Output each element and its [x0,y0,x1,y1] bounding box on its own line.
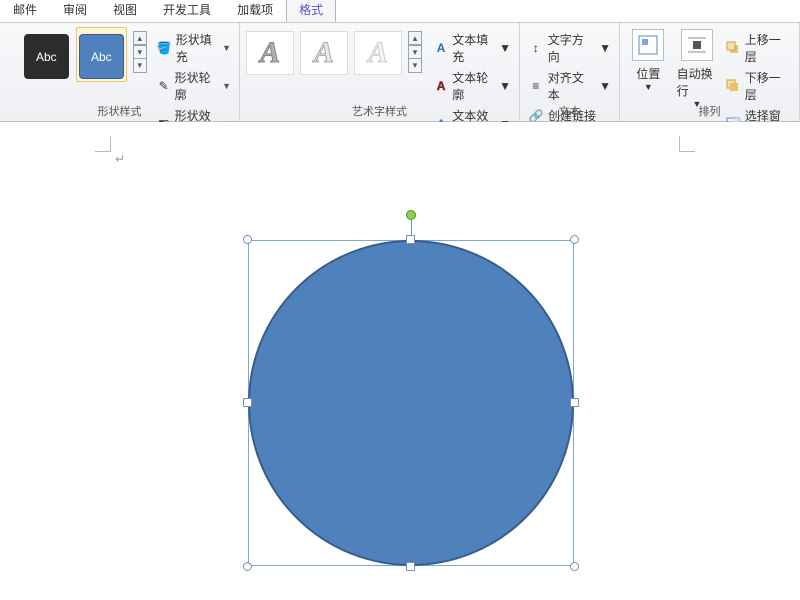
resize-handle-b[interactable] [406,562,415,571]
group-wordart-styles: A A A ▴ ▾ ▾ A 文本填充 ▼ A 文本轮廓 ▼ [240,23,520,121]
ribbon: Abc Abc ▴ ▾ ▾ 🪣 形状填充 ▼ ✎ 形状轮廓 ▼ [0,22,800,122]
position-icon [632,29,664,61]
chevron-down-icon: ▼ [599,41,611,55]
resize-handle-l[interactable] [243,398,252,407]
text-fill-icon: A [434,40,448,56]
text-direction-label: 文字方向 [548,31,595,65]
paragraph-mark-icon: ↵ [115,152,125,166]
group-label-shape-styles: 形状样式 [0,103,239,119]
page-margin-marks: ↵ [95,136,695,156]
text-fill-button[interactable]: A 文本填充 ▼ [432,29,513,67]
group-label-text: 文本 [520,103,619,119]
chevron-down-icon: ▼ [499,79,511,93]
align-text-button[interactable]: ≡ 对齐文本 ▼ [526,67,613,105]
resize-handle-t[interactable] [406,235,415,244]
margin-corner-icon [679,136,695,152]
wordart-preset-2[interactable]: A [300,31,348,75]
chevron-down-icon: ▼ [644,82,653,92]
tab-format[interactable]: 格式 [286,0,336,22]
paint-bucket-icon: 🪣 [157,40,172,56]
shape-style-gallery-scroll: ▴ ▾ ▾ [133,31,147,73]
resize-handle-br[interactable] [570,562,579,571]
wordart-preset-1[interactable]: A [246,31,294,75]
chevron-down-icon: ▼ [222,43,231,53]
wrap-text-icon [681,29,713,61]
shape-style-preset-blue[interactable]: Abc [76,27,127,82]
gallery-up-button[interactable]: ▴ [133,31,147,45]
resize-handle-tr[interactable] [570,235,579,244]
rotation-handle[interactable] [406,210,416,220]
position-label: 位置 [636,65,660,82]
text-outline-button[interactable]: A 文本轮廓 ▼ [432,67,513,105]
group-arrange: 位置 ▼ 自动换行 ▼ 上移一层 [620,23,800,121]
tab-addins[interactable]: 加载项 [224,0,286,22]
shape-style-preset-dark[interactable]: Abc [21,27,72,82]
resize-handle-r[interactable] [570,398,579,407]
gallery-more-button[interactable]: ▾ [408,59,422,73]
resize-handle-tl[interactable] [243,235,252,244]
ribbon-tabs: 邮件 审阅 视图 开发工具 加载项 格式 [0,0,800,22]
wordart-gallery-scroll: ▴ ▾ ▾ [408,31,422,73]
group-label-wordart: 艺术字样式 [240,103,519,119]
chevron-down-icon: ▼ [222,81,231,91]
preset-swatch-icon: Abc [79,34,124,79]
bring-forward-button[interactable]: 上移一层 [723,29,793,67]
group-label-arrange: 排列 [620,103,799,119]
wrap-text-label: 自动换行 [677,65,718,99]
chevron-down-icon: ▼ [599,79,611,93]
chevron-down-icon: ▼ [499,41,511,55]
tab-mail[interactable]: 邮件 [0,0,50,22]
resize-handle-bl[interactable] [243,562,252,571]
text-outline-label: 文本轮廓 [452,69,495,103]
tab-devtools[interactable]: 开发工具 [150,0,224,22]
selected-shape-circle[interactable] [248,240,574,566]
shape-circle[interactable] [248,240,574,566]
group-shape-styles: Abc Abc ▴ ▾ ▾ 🪣 形状填充 ▼ ✎ 形状轮廓 ▼ [0,23,240,121]
align-text-label: 对齐文本 [548,69,595,103]
shape-outline-button[interactable]: ✎ 形状轮廓 ▼ [155,67,233,105]
bring-forward-label: 上移一层 [745,31,791,65]
shape-outline-label: 形状轮廓 [175,69,216,103]
send-backward-label: 下移一层 [745,69,791,103]
gallery-down-button[interactable]: ▾ [133,45,147,59]
pencil-icon: ✎ [157,78,171,94]
wrap-text-button[interactable]: 自动换行 ▼ [675,27,720,111]
margin-corner-icon [95,136,111,152]
text-fill-label: 文本填充 [452,31,495,65]
tab-review[interactable]: 审阅 [50,0,100,22]
wordart-preset-3[interactable]: A [354,31,402,75]
tab-view[interactable]: 视图 [100,0,150,22]
text-direction-button[interactable]: ↕ 文字方向 ▼ [526,29,613,67]
send-backward-icon [725,78,740,94]
send-backward-button[interactable]: 下移一层 [723,67,793,105]
gallery-more-button[interactable]: ▾ [133,59,147,73]
gallery-up-button[interactable]: ▴ [408,31,422,45]
document-canvas[interactable]: ↵ [0,122,800,600]
align-text-icon: ≡ [528,78,544,94]
position-button[interactable]: 位置 ▼ [626,27,671,94]
bring-forward-icon [725,40,740,56]
shape-fill-label: 形状填充 [176,31,216,65]
gallery-down-button[interactable]: ▾ [408,45,422,59]
text-direction-icon: ↕ [528,40,544,56]
preset-swatch-icon: Abc [24,34,69,79]
shape-fill-button[interactable]: 🪣 形状填充 ▼ [155,29,233,67]
group-text: ↕ 文字方向 ▼ ≡ 对齐文本 ▼ 🔗 创建链接 文本 [520,23,620,121]
text-outline-icon: A [434,78,448,94]
